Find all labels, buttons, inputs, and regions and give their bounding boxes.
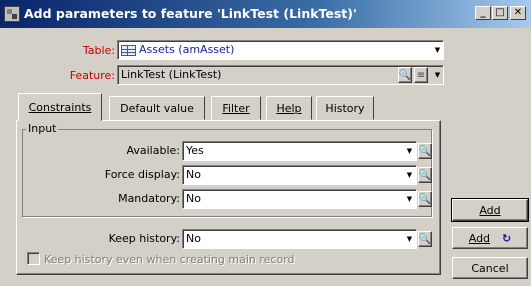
maximize-button[interactable]: □ [492, 6, 508, 20]
mandatory-value: No [186, 192, 201, 205]
keep-history-select[interactable]: No [182, 229, 417, 249]
feature-field[interactable]: LinkTest (LinkTest) [117, 65, 444, 85]
tab-default-value-label: Default value [120, 101, 194, 115]
force-display-zoom-icon[interactable]: 🔍 [418, 167, 432, 183]
keep-history-creation-label: Keep history even when creating main rec… [44, 253, 295, 266]
mandatory-zoom-icon[interactable]: 🔍 [418, 191, 432, 207]
feature-list-icon[interactable]: ≡ [414, 67, 428, 83]
available-value: Yes [186, 144, 204, 157]
cancel-button[interactable]: Cancel [452, 257, 528, 279]
force-display-dropdown-arrow-icon[interactable]: ▼ [403, 167, 416, 183]
tab-help[interactable]: Help [266, 96, 312, 120]
force-display-label: Force display: [104, 168, 180, 181]
tab-filter-label: Filter [222, 101, 250, 115]
add-repeat-button[interactable]: Add ↻ [452, 227, 528, 249]
input-group-title: Input [26, 122, 59, 135]
add-button-label: Add [479, 203, 501, 217]
repeat-icon: ↻ [502, 231, 512, 245]
keep-history-dropdown-arrow-icon[interactable]: ▼ [403, 231, 416, 247]
close-button[interactable]: ✕ [510, 6, 526, 20]
force-display-value: No [186, 168, 201, 181]
mandatory-label: Mandatory: [118, 192, 180, 205]
feature-label: Feature: [69, 69, 115, 82]
keep-history-zoom-icon[interactable]: 🔍 [418, 231, 432, 247]
app-icon[interactable] [4, 6, 20, 22]
available-dropdown-arrow-icon[interactable]: ▼ [403, 143, 416, 159]
table-icon [121, 44, 136, 56]
mandatory-select[interactable]: No [182, 189, 417, 209]
minimize-button[interactable]: _ [475, 6, 491, 20]
available-zoom-icon[interactable]: 🔍 [418, 143, 432, 159]
feature-dropdown-arrow-icon[interactable]: ▼ [431, 67, 444, 83]
feature-value: LinkTest (LinkTest) [121, 68, 222, 81]
title-bar: Add parameters to feature 'LinkTest (Lin… [0, 0, 531, 28]
table-value: Assets (amAsset) [139, 43, 235, 56]
keep-history-creation-checkbox[interactable] [27, 252, 40, 265]
available-label: Available: [126, 144, 181, 157]
tab-filter[interactable]: Filter [211, 96, 261, 120]
table-field[interactable]: Assets (amAsset) [117, 40, 444, 60]
tab-history-label: History [325, 101, 365, 115]
tab-default-value[interactable]: Default value [109, 96, 205, 120]
add-button[interactable]: Add [451, 198, 529, 222]
keep-history-label: Keep history: [108, 232, 180, 245]
tab-constraints-label: Constraints [28, 100, 92, 114]
table-dropdown-arrow-icon[interactable]: ▼ [431, 42, 444, 58]
feature-zoom-icon[interactable]: 🔍 [398, 67, 412, 83]
tab-help-label: Help [276, 101, 302, 115]
mandatory-dropdown-arrow-icon[interactable]: ▼ [403, 191, 416, 207]
add-repeat-button-label: Add [468, 231, 491, 245]
tab-history[interactable]: History [316, 96, 374, 120]
keep-history-value: No [186, 232, 201, 245]
table-label: Table: [82, 44, 115, 57]
force-display-select[interactable]: No [182, 165, 417, 185]
window-title: Add parameters to feature 'LinkTest (Lin… [24, 6, 357, 21]
tab-constraints[interactable]: Constraints [18, 93, 102, 121]
cancel-button-label: Cancel [471, 261, 509, 275]
available-select[interactable]: Yes [182, 141, 417, 161]
